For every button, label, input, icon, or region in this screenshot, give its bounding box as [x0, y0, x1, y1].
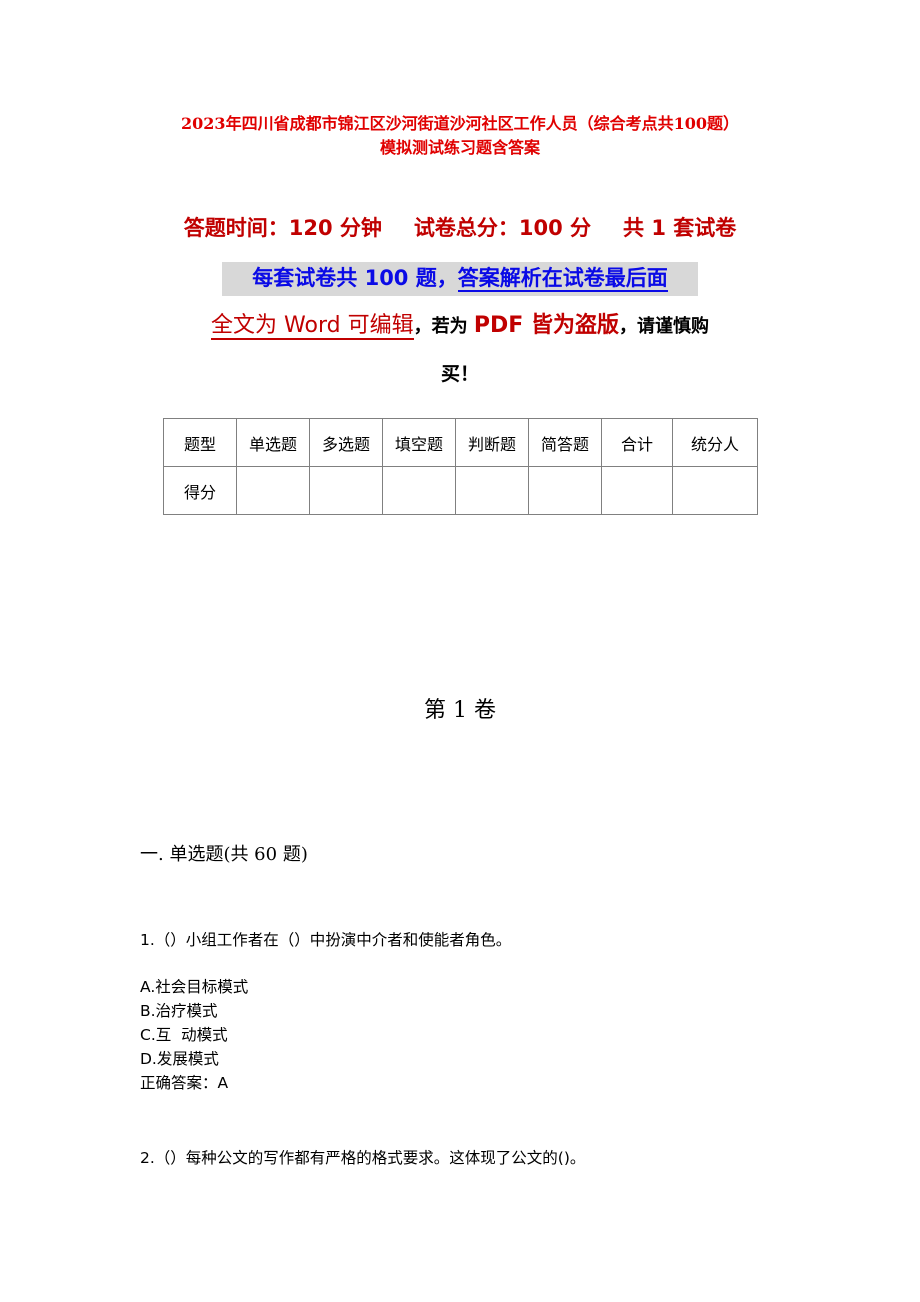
exam-info: 答题时间：120 分钟 试卷总分：100 分 共 1 套试卷 [0, 212, 920, 244]
row-label-cell: 得分 [163, 466, 237, 515]
question-2-text: 2.（）每种公文的写作都有严格的格式要求。这体现了公文的()。 [140, 1149, 586, 1167]
header-cell: 合计 [601, 418, 673, 467]
header-cell: 填空题 [382, 418, 456, 467]
option-d: D.发展模式 [140, 1050, 219, 1068]
notice-text: 若为 [431, 316, 474, 337]
score-cell[interactable] [672, 466, 758, 515]
exam-time: 答题时间：120 分钟 [183, 216, 382, 240]
header-cell: 题型 [163, 418, 237, 467]
option-b: B.治疗模式 [140, 1002, 218, 1020]
header-cell: 判断题 [455, 418, 529, 467]
header-cell: 统分人 [672, 418, 758, 467]
score-cell[interactable] [236, 466, 310, 515]
correct-answer: 正确答案：A [140, 1074, 229, 1092]
header-cell: 多选题 [309, 418, 383, 467]
exam-sets: 共 1 套试卷 [623, 216, 737, 240]
notice-question-count: 每套试卷共 100 题，答案解析在试卷最后面 [222, 262, 698, 296]
score-table-score-row: 得分 [163, 466, 758, 515]
exam-total-score: 试卷总分：100 分 [413, 216, 592, 240]
score-cell[interactable] [601, 466, 673, 515]
notice-text-caution: ，请谨慎购 [618, 316, 709, 337]
header-cell: 简答题 [528, 418, 602, 467]
header-cell: 单选题 [236, 418, 310, 467]
editable-word-link[interactable]: 全文为 Word 可编辑 [211, 313, 414, 340]
notice-editable: 全文为 Word 可编辑，若为 PDF 皆为盗版，请谨慎购 [0, 306, 920, 347]
score-table-header-row: 题型 单选题 多选题 填空题 判断题 简答题 合计 统分人 [163, 418, 758, 467]
question-1-options: A.社会目标模式 B.治疗模式 C.互 动模式 D.发展模式 正确答案：A [140, 975, 248, 1095]
notice-count-text: 每套试卷共 100 题， [252, 266, 458, 290]
notice-buy: 买！ [440, 363, 479, 385]
option-c: C.互 动模式 [140, 1026, 228, 1044]
answer-location-link[interactable]: 答案解析在试卷最后面 [457, 266, 668, 292]
score-table: 题型 单选题 多选题 填空题 判断题 简答题 合计 统分人 得分 [163, 418, 758, 515]
option-a: A.社会目标模式 [140, 978, 249, 996]
comma: ， [413, 316, 432, 337]
document-title-line-2: 模拟测试练习题含答案 [379, 138, 540, 157]
score-cell[interactable] [455, 466, 529, 515]
score-cell[interactable] [528, 466, 602, 515]
question-1-text: 1.（）小组工作者在（）中扮演中介者和使能者角色。 [140, 931, 512, 949]
document-title-line-1: 2023年四川省成都市锦江区沙河街道沙河社区工作人员（综合考点共100题） [181, 114, 739, 133]
volume-title: 第 1 卷 [424, 698, 496, 723]
score-cell[interactable] [382, 466, 456, 515]
section-title: 一. 单选题(共 60 题) [140, 844, 308, 865]
piracy-warning: PDF 皆为盗版 [473, 313, 619, 338]
score-cell[interactable] [309, 466, 383, 515]
